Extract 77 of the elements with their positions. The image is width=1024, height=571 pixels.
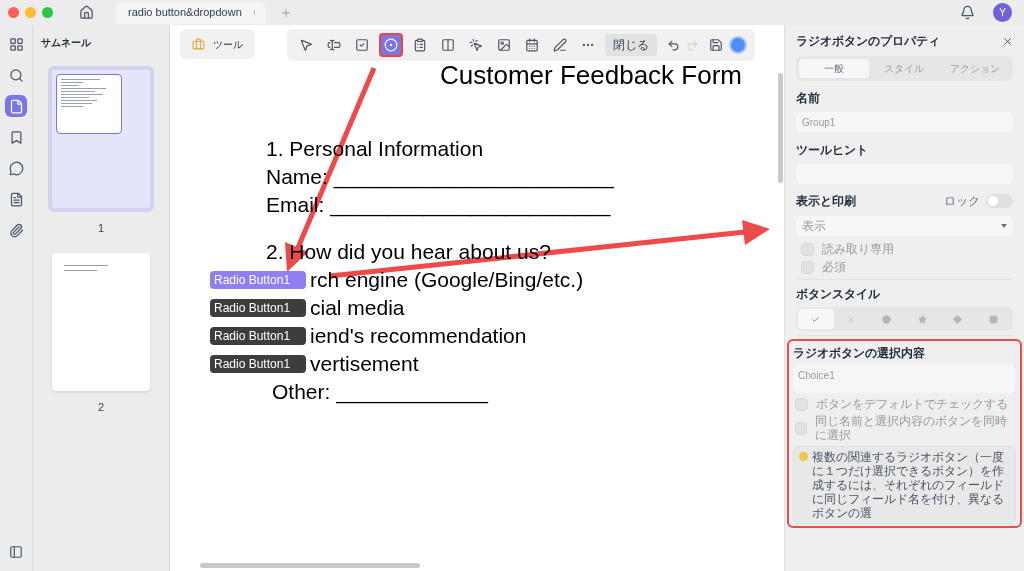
radio-field-label[interactable]: Radio Button1 — [210, 271, 306, 289]
tools-button[interactable]: ツール — [180, 29, 255, 59]
radio-field-label[interactable]: Radio Button1 — [210, 327, 306, 345]
dropdown-arrow-icon — [1001, 224, 1007, 228]
dropdown-value: 表示 — [802, 218, 826, 235]
panel-tab[interactable]: 一般 — [799, 59, 870, 78]
radio-field-label[interactable]: Radio Button1 — [210, 355, 306, 373]
text-field-tool-icon — [327, 38, 341, 52]
search-icon — [8, 67, 24, 83]
signature-tool-icon — [553, 38, 567, 52]
cross-icon — [846, 314, 856, 324]
close-window-button[interactable] — [8, 7, 19, 18]
list-tool-icon — [441, 38, 455, 52]
option-text: iend's recommendation — [310, 323, 527, 349]
page-icon — [8, 98, 24, 114]
save-icon[interactable] — [709, 38, 723, 52]
field-label: 名前 — [796, 90, 821, 107]
star-icon — [917, 314, 927, 324]
toolbox-icon — [192, 37, 205, 51]
check-icon — [811, 314, 821, 324]
image-tool-icon — [497, 38, 511, 52]
form-icon — [8, 191, 24, 207]
button-tool-icon — [469, 38, 483, 52]
note-text: 複数の関連するラジオボタン（一度に１つだけ選択できるボタン）を作成するには、それぞれのフィールドに同じフィールド名を付け、異なるボタンの選 — [812, 450, 1005, 520]
checkbox-label: 必須 — [822, 260, 846, 274]
circle-icon — [882, 314, 892, 324]
option-text: cial media — [310, 295, 405, 321]
attachment-icon — [8, 222, 24, 238]
user-avatar[interactable]: Y — [993, 3, 1012, 22]
ai-assistant-icon[interactable] — [729, 36, 747, 54]
form-line: Other: _____________ — [271, 379, 490, 406]
zoom-window-button[interactable] — [42, 7, 53, 18]
form-title: Customer Feedback Form — [440, 59, 742, 91]
combo-tool-icon — [413, 38, 427, 52]
lock-toggle[interactable] — [986, 194, 1013, 208]
scrollbar[interactable] — [200, 563, 420, 568]
page-nav-button[interactable] — [5, 95, 27, 117]
radio-tool-button[interactable] — [379, 33, 403, 57]
checkbox-label: 同じ名前と選択内容のボタンを同時に選択 — [814, 414, 1008, 442]
choice-field[interactable]: Choice1 — [793, 365, 1016, 393]
grid-icon — [8, 36, 24, 52]
comment-icon — [8, 160, 24, 176]
field-label: ツールヒント — [796, 142, 869, 159]
square-icon — [988, 314, 998, 324]
radio-tool-icon — [384, 38, 398, 52]
document-tab[interactable]: radio button&dropdown — [116, 1, 266, 24]
bookmark-icon — [8, 129, 24, 145]
field-label: ラジオボタンの選択内容 — [793, 345, 926, 362]
checkbox-label: ボタンをデフォルトでチェックする — [816, 397, 1008, 411]
radio-field-label[interactable]: Radio Button1 — [210, 299, 306, 317]
lock-label: ロック — [944, 193, 980, 210]
checkbox-tool-icon — [355, 38, 369, 52]
panel-title: ラジオボタンのプロパティ — [796, 33, 940, 50]
field-label: ボタンスタイル — [796, 286, 881, 303]
home-icon[interactable] — [79, 5, 94, 20]
close-icon[interactable] — [1002, 35, 1013, 47]
scrollbar[interactable] — [778, 73, 783, 183]
date-tool-icon — [525, 38, 539, 52]
page-number: 1 — [97, 221, 105, 236]
page-number: 2 — [97, 399, 105, 415]
page-thumbnail[interactable] — [48, 66, 154, 212]
close-tool-button[interactable]: 閉じる — [605, 34, 657, 56]
undo-icon[interactable] — [667, 38, 680, 52]
check-style-button[interactable] — [798, 309, 834, 329]
option-text: rch engine (Google/Bing/etc.) — [310, 267, 584, 293]
checkbox-label: 読み取り専用 — [822, 242, 894, 256]
notification-icon[interactable] — [960, 5, 975, 20]
diamond-icon — [953, 314, 963, 324]
field-label: 表示と印刷 — [796, 193, 857, 210]
display-dropdown[interactable]: 表示 — [796, 216, 1013, 236]
form-line: Name: ________________________ — [266, 164, 616, 191]
sidebar-toggle-icon[interactable] — [9, 545, 23, 559]
panel-title: サムネール — [40, 36, 92, 50]
name-field[interactable]: Group1 — [796, 112, 1013, 132]
select-tool-icon — [299, 38, 313, 52]
option-text: vertisement — [310, 351, 419, 377]
page-thumbnail[interactable] — [52, 252, 150, 391]
